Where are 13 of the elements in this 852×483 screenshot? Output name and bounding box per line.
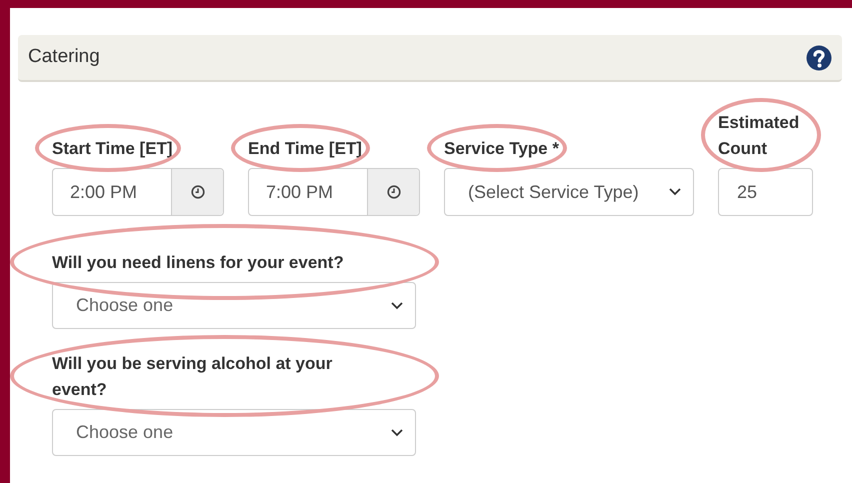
question-label: Will you need linens for your event? — [52, 252, 345, 274]
count-input[interactable]: 25 — [718, 168, 813, 216]
service-type-select[interactable]: (Select Service Type) — [444, 168, 694, 216]
dropdown-select[interactable]: Choose one — [52, 282, 416, 329]
question-label: Will you be serving alcohol at your event? — [52, 353, 334, 401]
panel-title: Catering — [28, 45, 100, 70]
time-input[interactable]: 2:00 PM — [52, 168, 224, 216]
field-label: Service Type * — [444, 138, 559, 160]
field-label: Start Time [ET] — [52, 138, 173, 160]
field-label: End Time [ET] — [248, 138, 362, 160]
dropdown-select[interactable]: Choose one — [52, 409, 416, 456]
time-input[interactable]: 7:00 PM — [248, 168, 420, 216]
field-label: Estimated Count — [718, 112, 800, 160]
